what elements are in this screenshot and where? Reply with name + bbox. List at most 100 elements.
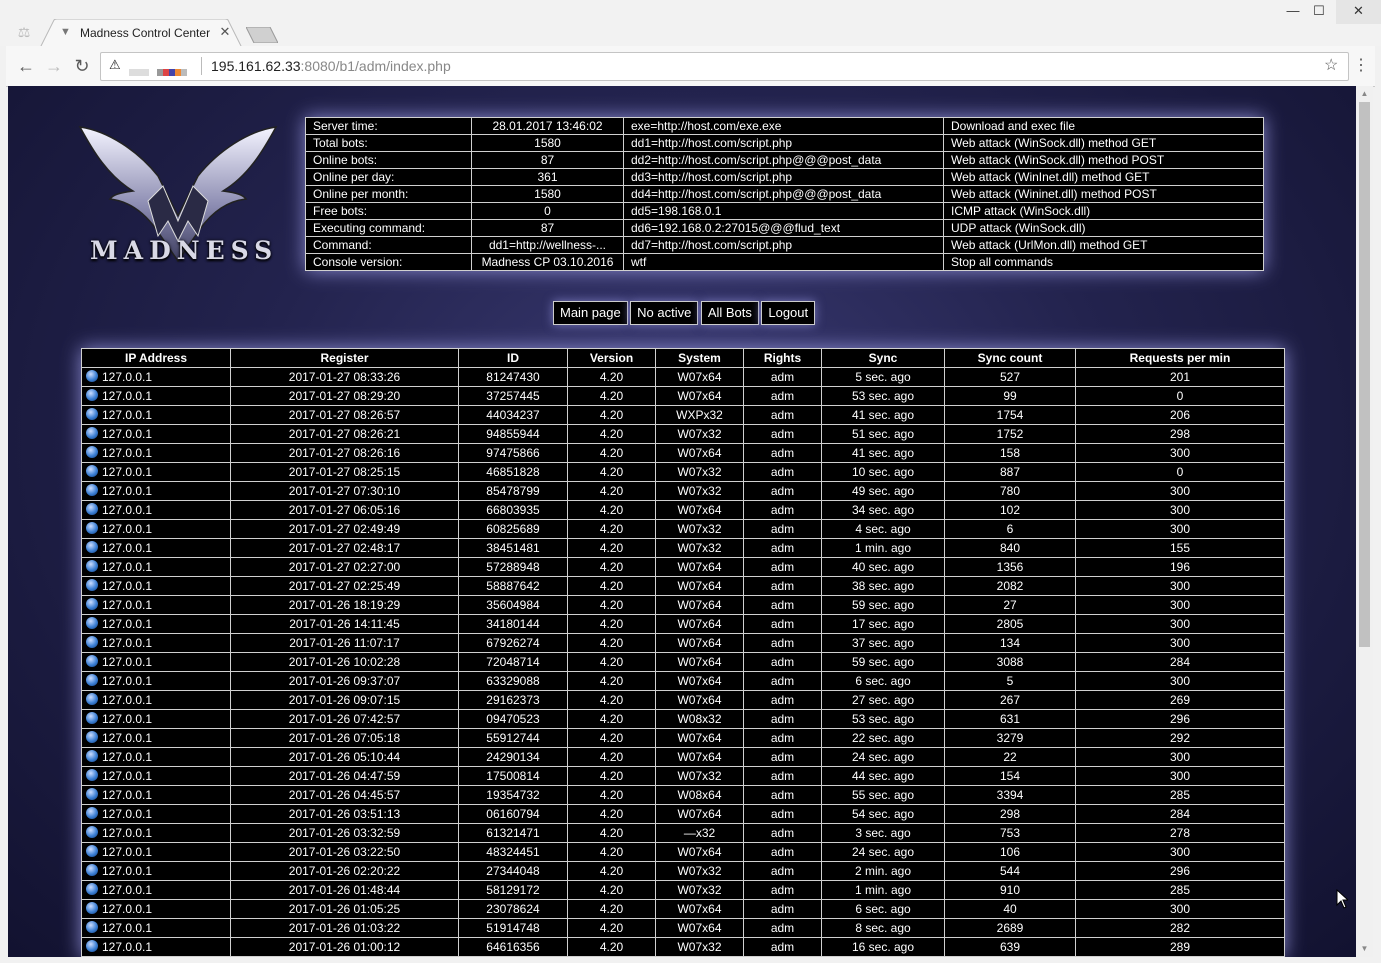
logout-button[interactable]: Logout — [761, 301, 816, 325]
col-rights[interactable]: Rights — [743, 348, 822, 368]
table-row[interactable]: 127.0.0.1 2017-01-27 02:25:49 58887642 4.20… — [81, 576, 1285, 596]
cell-sync: 16 sec. ago — [821, 937, 945, 957]
table-row[interactable]: 127.0.0.1 2017-01-26 09:37:07 63329088 4.20… — [81, 671, 1285, 691]
cell-sync-count: 27 — [944, 595, 1076, 615]
command-syntax: dd7=http://host.com/script.php — [623, 236, 944, 254]
bookmark-star-icon[interactable]: ☆ — [1324, 57, 1340, 75]
cell-system: W07x64 — [655, 367, 744, 387]
info-row: Free bots: 0 dd5=198.168.0.1 ICMP attack (W… — [305, 202, 1264, 220]
ip-text: 127.0.0.1 — [102, 408, 153, 422]
table-row[interactable]: 127.0.0.1 2017-01-27 08:25:15 46851828 4.20… — [81, 462, 1285, 482]
col-id[interactable]: ID — [458, 348, 568, 368]
cell-id: 27344048 — [458, 861, 568, 881]
cell-sync-count: 2805 — [944, 614, 1076, 634]
warning-icon[interactable]: ⚠ — [109, 58, 123, 72]
globe-icon — [86, 484, 98, 496]
new-tab-button[interactable] — [246, 27, 278, 43]
table-row[interactable]: 127.0.0.1 2017-01-27 08:26:21 94855944 4.20… — [81, 424, 1285, 444]
table-row[interactable]: 127.0.0.1 2017-01-27 08:26:16 97475866 4.20… — [81, 443, 1285, 463]
table-row[interactable]: 127.0.0.1 2017-01-26 14:11:45 34180144 4.20… — [81, 614, 1285, 634]
cell-system: W07x64 — [655, 386, 744, 406]
table-row[interactable]: 127.0.0.1 2017-01-26 01:05:25 23078624 4.20… — [81, 899, 1285, 919]
table-row[interactable]: 127.0.0.1 2017-01-27 08:26:57 44034237 4.20… — [81, 405, 1285, 425]
url-text[interactable]: 195.161.62.33:8080/b1/adm/index.php — [211, 58, 451, 74]
table-row[interactable]: 127.0.0.1 2017-01-26 09:07:15 29162373 4.20… — [81, 690, 1285, 710]
ip-text: 127.0.0.1 — [102, 389, 153, 403]
table-row[interactable]: 127.0.0.1 2017-01-26 03:22:50 48324451 4.20… — [81, 842, 1285, 862]
cell-system: W07x64 — [655, 500, 744, 520]
table-row[interactable]: 127.0.0.1 2017-01-27 08:33:26 81247430 4.20… — [81, 367, 1285, 387]
table-row[interactable]: 127.0.0.1 2017-01-26 07:05:18 55912744 4.20… — [81, 728, 1285, 748]
cell-ip: 127.0.0.1 — [81, 747, 231, 767]
col-sync[interactable]: Sync — [821, 348, 945, 368]
table-row[interactable]: 127.0.0.1 2017-01-27 08:29:20 37257445 4.20… — [81, 386, 1285, 406]
col-register[interactable]: Register — [230, 348, 459, 368]
col-version[interactable]: Version — [567, 348, 656, 368]
table-row[interactable]: 127.0.0.1 2017-01-26 04:47:59 17500814 4.20… — [81, 766, 1285, 786]
back-icon[interactable]: ← — [16, 56, 36, 76]
cell-id: 55912744 — [458, 728, 568, 748]
col-ip-address[interactable]: IP Address — [81, 348, 231, 368]
cell-version: 4.20 — [567, 576, 656, 596]
table-row[interactable]: 127.0.0.1 2017-01-27 07:30:10 85478799 4.20… — [81, 481, 1285, 501]
cell-ip: 127.0.0.1 — [81, 443, 231, 463]
close-window-button[interactable]: ✕ — [1336, 0, 1381, 24]
table-row[interactable]: 127.0.0.1 2017-01-26 03:51:13 06160794 4.20… — [81, 804, 1285, 824]
table-row[interactable]: 127.0.0.1 2017-01-26 05:10:44 24290134 4.20… — [81, 747, 1285, 767]
address-bar[interactable]: ⚠ 195.161.62.33:8080/b1/adm/index.php ☆ — [100, 52, 1349, 81]
tab-close-icon[interactable]: ✕ — [218, 24, 232, 40]
cell-id: 48324451 — [458, 842, 568, 862]
cell-rights: adm — [743, 823, 822, 843]
cell-requests: 300 — [1075, 500, 1285, 520]
cell-system: W07x64 — [655, 918, 744, 938]
table-row[interactable]: 127.0.0.1 2017-01-26 11:07:17 67926274 4.20… — [81, 633, 1285, 653]
table-row[interactable]: 127.0.0.1 2017-01-27 02:27:00 57288948 4.20… — [81, 557, 1285, 577]
globe-icon — [86, 427, 98, 439]
table-row[interactable]: 127.0.0.1 2017-01-26 04:45:57 19354732 4.20… — [81, 785, 1285, 805]
globe-icon — [86, 617, 98, 629]
reload-icon[interactable]: ↻ — [72, 56, 92, 76]
forward-icon[interactable]: → — [44, 56, 64, 76]
cell-ip: 127.0.0.1 — [81, 462, 231, 482]
cell-id: 94855944 — [458, 424, 568, 444]
scroll-down-icon[interactable]: ▼ — [1356, 941, 1373, 957]
cell-rights: adm — [743, 614, 822, 634]
table-row[interactable]: 127.0.0.1 2017-01-26 02:20:22 27344048 4.20… — [81, 861, 1285, 881]
browser-menu-icon[interactable]: ⋮ — [1353, 56, 1369, 76]
cell-rights: adm — [743, 709, 822, 729]
page-scrollbar[interactable]: ▲ ▼ — [1356, 86, 1373, 957]
table-row[interactable]: 127.0.0.1 2017-01-26 03:32:59 61321471 4.20… — [81, 823, 1285, 843]
cell-requests: 296 — [1075, 709, 1285, 729]
table-row[interactable]: 127.0.0.1 2017-01-26 18:19:29 35604984 4.20… — [81, 595, 1285, 615]
table-row[interactable]: 127.0.0.1 2017-01-26 01:00:12 64616356 4.20… — [81, 937, 1285, 957]
globe-icon — [86, 788, 98, 800]
globe-icon — [86, 731, 98, 743]
col-requests-per-min[interactable]: Requests per min — [1075, 348, 1285, 368]
cell-version: 4.20 — [567, 424, 656, 444]
table-row[interactable]: 127.0.0.1 2017-01-27 02:49:49 60825689 4.20… — [81, 519, 1285, 539]
table-row[interactable]: 127.0.0.1 2017-01-27 02:48:17 38451481 4.20… — [81, 538, 1285, 558]
tab-title[interactable]: Madness Control Center — [80, 26, 210, 40]
all-bots-button[interactable]: All Bots — [700, 301, 759, 325]
scroll-up-icon[interactable]: ▲ — [1356, 86, 1373, 102]
no-active-button[interactable]: No active — [630, 301, 699, 325]
table-row[interactable]: 127.0.0.1 2017-01-27 06:05:16 66803935 4.20… — [81, 500, 1285, 520]
cell-sync-count: 22 — [944, 747, 1076, 767]
cell-register: 2017-01-27 08:33:26 — [230, 367, 459, 387]
col-sync-count[interactable]: Sync count — [944, 348, 1076, 368]
maximize-button[interactable]: ☐ — [1303, 0, 1335, 24]
table-row[interactable]: 127.0.0.1 2017-01-26 01:03:22 51914748 4.20… — [81, 918, 1285, 938]
table-row[interactable]: 127.0.0.1 2017-01-26 01:48:44 58129172 4.20… — [81, 880, 1285, 900]
info-label: Total bots: — [305, 134, 472, 152]
main-page-button[interactable]: Main page — [553, 301, 628, 325]
command-syntax: dd3=http://host.com/script.php — [623, 168, 944, 186]
col-system[interactable]: System — [655, 348, 744, 368]
cell-register: 2017-01-27 02:25:49 — [230, 576, 459, 596]
table-row[interactable]: 127.0.0.1 2017-01-26 07:42:57 09470523 4.20… — [81, 709, 1285, 729]
cell-sync-count: 40 — [944, 899, 1076, 919]
cell-system: W07x64 — [655, 576, 744, 596]
cell-system: W07x64 — [655, 899, 744, 919]
table-row[interactable]: 127.0.0.1 2017-01-26 10:02:28 72048714 4.20… — [81, 652, 1285, 672]
scrollbar-thumb[interactable] — [1359, 102, 1370, 647]
profile-icon[interactable]: ⚖ — [16, 24, 32, 40]
